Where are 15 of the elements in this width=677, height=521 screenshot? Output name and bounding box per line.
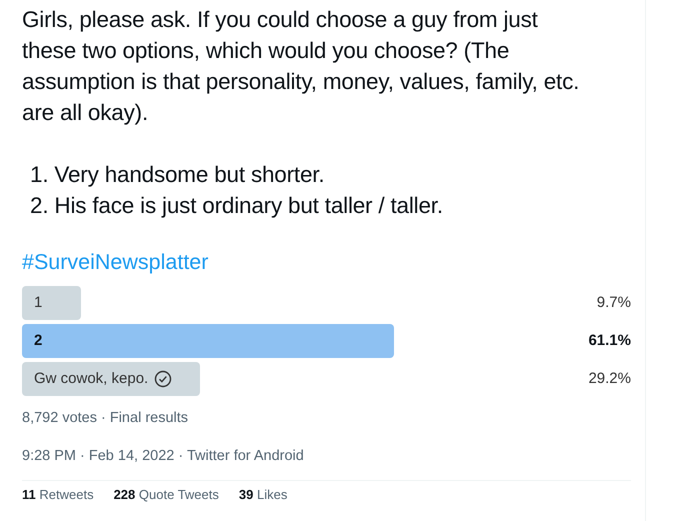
list-item: 2. His face is just ordinary but taller / taller. [30,192,444,220]
poll-option-label: Gw cowok, kepo. [34,368,148,389]
check-icon [154,370,172,388]
engagement-stat[interactable]: 39 Likes [238,484,288,504]
poll-percent: 9.7% [596,292,631,313]
poll-option-label: 1 [34,292,42,313]
poll-option-label: 2 [34,330,42,351]
tweet-timestamp: 9:28 PM · Feb 14, 2022 · Twitter for Android [22,446,305,466]
engagement-stat[interactable]: 228 Quote Tweets [114,484,219,504]
tweet-text: Girls, please ask. If you could choose a guy from just these two options, which would you choose? (The assumption is that personality, money, values, family, etc. are all okay). [22,6,580,127]
engagement-stat[interactable]: 11 Retweets [22,484,94,504]
poll-percent: 29.2% [588,368,631,389]
poll-summary: 8,792 votes · Final results [22,409,190,428]
poll-percent: 61.1% [588,330,631,351]
list-item: 1. Very handsome but shorter. [30,161,326,189]
